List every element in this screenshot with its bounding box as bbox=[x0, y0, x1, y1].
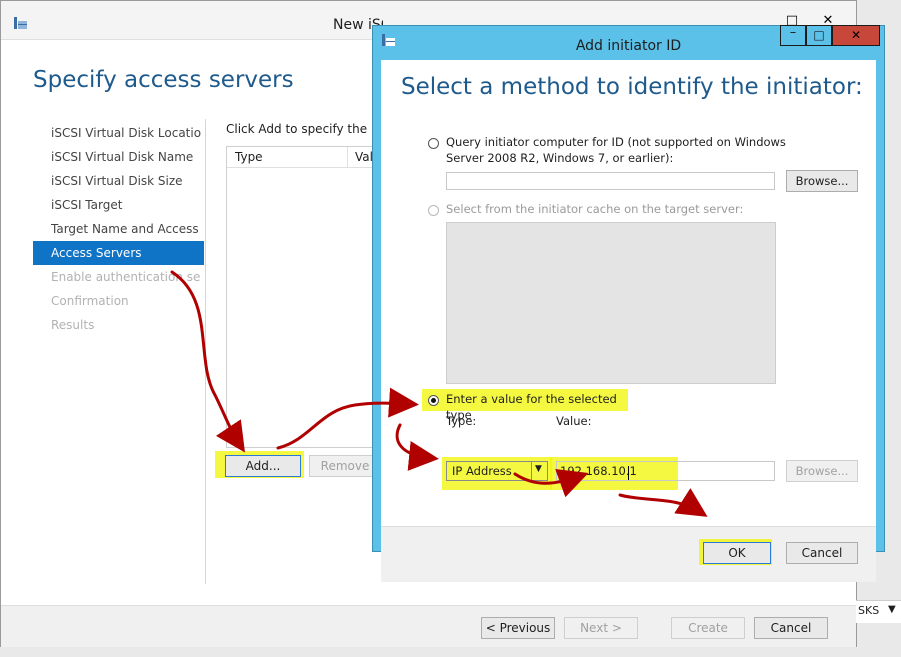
arrow-to-add-button bbox=[170, 270, 245, 453]
annotation-arrows bbox=[170, 270, 708, 517]
arrow-to-type-select bbox=[395, 423, 439, 471]
arrow-to-ok-button bbox=[618, 488, 708, 517]
arrow-to-enter-value-option bbox=[276, 387, 419, 450]
arrow-to-value-input bbox=[513, 468, 589, 498]
